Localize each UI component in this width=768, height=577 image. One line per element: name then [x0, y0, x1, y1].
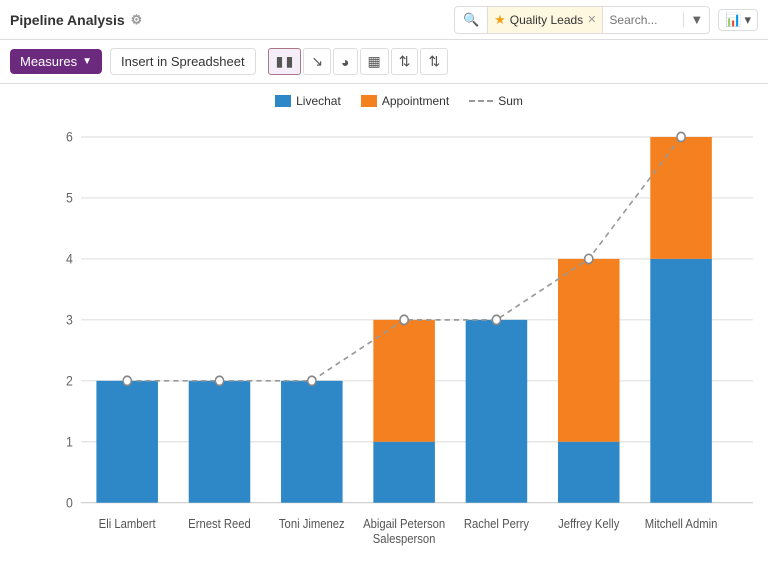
search-area: 🔍 ★ Quality Leads ✕ ▼ [454, 6, 710, 34]
sum-dot-ernest [215, 376, 223, 385]
search-input[interactable] [603, 13, 683, 27]
toolbar: Measures ▼ Insert in Spreadsheet ▮ ▮ ↘ ◕… [0, 40, 768, 84]
legend-sum: Sum [469, 94, 523, 108]
svg-text:Mitchell Admin: Mitchell Admin [645, 516, 718, 531]
sort-desc-btn[interactable]: ⇅ [420, 48, 448, 75]
sum-dot-toni [308, 376, 316, 385]
svg-text:Eli Lambert: Eli Lambert [99, 516, 157, 531]
pivot-icon: ▦ [368, 53, 381, 69]
legend-appointment: Appointment [361, 94, 449, 108]
chart-container: Livechat Appointment Sum 6 5 4 3 [0, 84, 768, 564]
svg-text:Jeffrey Kelly: Jeffrey Kelly [558, 516, 619, 531]
svg-text:5: 5 [66, 190, 73, 206]
legend-sum-label: Sum [498, 94, 523, 108]
bar-chart-btn[interactable]: ▮ ▮ [268, 48, 302, 75]
sort-asc-icon: ⇅ [399, 53, 411, 69]
search-tag-close[interactable]: ✕ [587, 13, 596, 26]
search-dropdown-icon[interactable]: ▼ [683, 12, 709, 27]
bar-mitchell-livechat [650, 259, 712, 503]
legend-livechat: Livechat [275, 94, 341, 108]
line-chart-icon: ↘ [311, 53, 323, 69]
pie-chart-btn[interactable]: ◕ [333, 48, 357, 75]
sum-dot-rachel [492, 315, 500, 324]
search-icon-btn[interactable]: 🔍 [455, 12, 487, 28]
title-text: Pipeline Analysis [10, 12, 125, 28]
search-tag: ★ Quality Leads ✕ [487, 7, 603, 33]
chart-type-buttons: ▮ ▮ ↘ ◕ ▦ ⇅ ⇅ [268, 48, 449, 75]
svg-text:Toni Jimenez: Toni Jimenez [279, 516, 345, 531]
insert-spreadsheet-button[interactable]: Insert in Spreadsheet [110, 48, 256, 75]
chart-view-icon: 📊 [725, 12, 741, 28]
bar-rachel-livechat [466, 320, 528, 503]
legend-livechat-label: Livechat [296, 94, 341, 108]
sum-dot-jeffrey [585, 254, 593, 263]
bar-abigail-appointment [373, 320, 435, 442]
sort-asc-btn[interactable]: ⇅ [391, 48, 419, 75]
bar-abigail-livechat [373, 442, 435, 503]
insert-label: Insert in Spreadsheet [121, 54, 245, 69]
chart-legend: Livechat Appointment Sum [40, 94, 758, 108]
svg-text:1: 1 [66, 434, 73, 450]
pie-chart-icon: ◕ [341, 54, 349, 70]
svg-text:4: 4 [66, 251, 73, 267]
livechat-color [275, 95, 291, 107]
page-title: Pipeline Analysis ⚙ [10, 12, 142, 28]
svg-text:Salesperson: Salesperson [373, 531, 436, 546]
measures-arrow: ▼ [82, 56, 92, 67]
sum-dot-mitchell [677, 132, 685, 141]
pivot-btn[interactable]: ▦ [360, 48, 389, 75]
bar-mitchell-appointment [650, 137, 712, 259]
bar-jeffrey-appointment [558, 259, 620, 442]
view-toggle-btn[interactable]: 📊 ▾ [718, 9, 758, 31]
sum-dot-eli [123, 376, 131, 385]
bar-toni-livechat [281, 381, 343, 503]
svg-text:2: 2 [66, 373, 73, 389]
search-tag-label: Quality Leads [510, 13, 583, 27]
gear-icon[interactable]: ⚙ [131, 12, 143, 28]
svg-text:Ernest Reed: Ernest Reed [188, 516, 251, 531]
bar-ernest-livechat [189, 381, 251, 503]
bar-chart-icon: ▮ ▮ [276, 53, 294, 69]
star-icon: ★ [494, 12, 506, 28]
svg-text:6: 6 [66, 129, 73, 145]
bar-chart-svg: 6 5 4 3 2 1 0 Eli Lambert Ern [40, 114, 758, 574]
sum-line [469, 100, 493, 102]
measures-button[interactable]: Measures ▼ [10, 49, 102, 74]
sum-dot-abigail [400, 315, 408, 324]
appointment-color [361, 95, 377, 107]
svg-text:0: 0 [66, 495, 73, 511]
svg-text:Abigail Peterson: Abigail Peterson [363, 516, 445, 531]
svg-text:Rachel Perry: Rachel Perry [464, 516, 529, 531]
sort-desc-icon: ⇅ [428, 53, 440, 69]
bar-eli-livechat [96, 381, 158, 503]
view-dropdown-arrow: ▾ [744, 12, 751, 28]
measures-label: Measures [20, 54, 77, 69]
svg-text:3: 3 [66, 312, 73, 328]
app-header: Pipeline Analysis ⚙ 🔍 ★ Quality Leads ✕ … [0, 0, 768, 40]
line-chart-btn[interactable]: ↘ [303, 48, 331, 75]
legend-appointment-label: Appointment [382, 94, 449, 108]
bar-jeffrey-livechat [558, 442, 620, 503]
